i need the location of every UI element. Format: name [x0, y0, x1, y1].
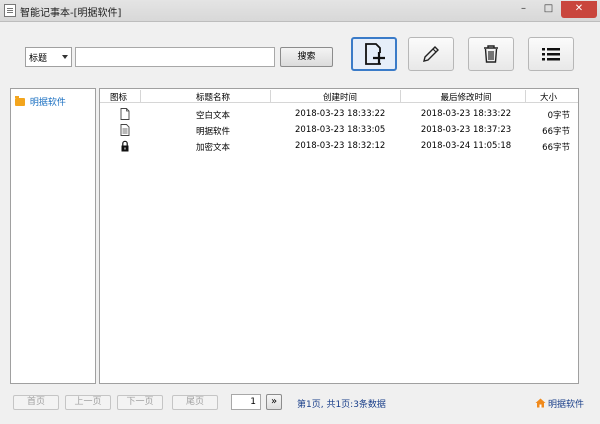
- row-modified: 2018-03-23 18:37:23: [420, 125, 512, 135]
- next-page-button[interactable]: 下一页: [117, 395, 163, 410]
- list-icon: [542, 48, 560, 61]
- column-header-created[interactable]: 创建时间: [295, 91, 385, 103]
- page-status: 第1页, 共1页:3条数据: [297, 400, 386, 410]
- table-row[interactable]: 加密文本 2018-03-23 18:32:12 2018-03-24 11:0…: [100, 139, 578, 154]
- new-document-icon: [365, 43, 385, 65]
- blank-document-icon: [120, 108, 130, 120]
- column-header-size[interactable]: 大小: [540, 91, 560, 103]
- last-page-button[interactable]: 尾页: [172, 395, 218, 410]
- pager-bar: 首页 上一页 下一页 尾页 1 » 第1页, 共1页:3条数据 明据软件: [0, 392, 600, 416]
- search-input[interactable]: [75, 47, 275, 67]
- tree-item-mingju[interactable]: 明据软件: [15, 95, 66, 108]
- column-divider[interactable]: [140, 90, 141, 102]
- chevron-down-icon: [62, 55, 68, 59]
- edit-note-button[interactable]: [408, 37, 454, 71]
- row-size: 0字节: [547, 111, 570, 121]
- home-link-label: 明据软件: [548, 400, 585, 410]
- maximize-button[interactable]: □: [536, 1, 561, 18]
- row-modified: 2018-03-23 18:33:22: [420, 109, 512, 119]
- table-header: 图标 标题名称 创建时间 最后修改时间 大小: [100, 89, 578, 103]
- table-row[interactable]: 明据软件 2018-03-23 18:33:05 2018-03-23 18:3…: [100, 123, 578, 138]
- note-table: 图标 标题名称 创建时间 最后修改时间 大小 空白文本 2018-03-23 1…: [99, 88, 579, 384]
- row-created: 2018-03-23 18:33:22: [295, 109, 386, 119]
- column-header-modified[interactable]: 最后修改时间: [420, 91, 512, 103]
- row-title: 明据软件: [195, 127, 230, 137]
- window-title: 智能记事本-[明据软件]: [20, 8, 122, 19]
- tree-item-label: 明据软件: [29, 98, 66, 108]
- row-title: 加密文本: [195, 143, 230, 153]
- first-page-button[interactable]: 首页: [13, 395, 59, 410]
- search-field-select[interactable]: 标题: [25, 47, 72, 67]
- toolbar: 标题 搜索: [12, 33, 588, 79]
- home-link[interactable]: 明据软件: [535, 397, 584, 410]
- text-document-icon: [120, 124, 130, 136]
- row-created: 2018-03-23 18:33:05: [295, 125, 386, 135]
- column-header-icon[interactable]: 图标: [110, 91, 127, 103]
- column-divider[interactable]: [400, 90, 401, 102]
- page-number-input[interactable]: 1: [231, 394, 261, 410]
- row-size: 66字节: [542, 143, 570, 153]
- lock-icon: [121, 140, 129, 152]
- home-icon: [535, 398, 546, 408]
- minimize-button[interactable]: –: [511, 1, 536, 18]
- go-page-button[interactable]: »: [266, 394, 282, 410]
- notepad-app-icon: [4, 4, 16, 17]
- close-button[interactable]: ✕: [561, 1, 597, 18]
- title-bar: 智能记事本-[明据软件] – □ ✕: [0, 0, 600, 22]
- row-size: 66字节: [542, 127, 570, 137]
- delete-note-button[interactable]: [468, 37, 514, 71]
- column-divider[interactable]: [525, 90, 526, 102]
- row-created: 2018-03-23 18:32:12: [295, 141, 386, 151]
- folder-icon: [15, 96, 25, 106]
- prev-page-button[interactable]: 上一页: [65, 395, 111, 410]
- column-divider[interactable]: [270, 90, 271, 102]
- trash-icon: [484, 45, 498, 63]
- row-modified: 2018-03-24 11:05:18: [420, 141, 512, 151]
- search-button[interactable]: 搜索: [280, 47, 333, 67]
- column-header-title[interactable]: 标题名称: [185, 91, 241, 103]
- row-title: 空白文本: [195, 111, 230, 121]
- category-tree: 明据软件: [10, 88, 96, 384]
- list-view-button[interactable]: [528, 37, 574, 71]
- new-note-button[interactable]: [351, 37, 397, 71]
- pencil-icon: [423, 46, 439, 62]
- table-row[interactable]: 空白文本 2018-03-23 18:33:22 2018-03-23 18:3…: [100, 107, 578, 122]
- search-field-select-value: 标题: [29, 54, 48, 64]
